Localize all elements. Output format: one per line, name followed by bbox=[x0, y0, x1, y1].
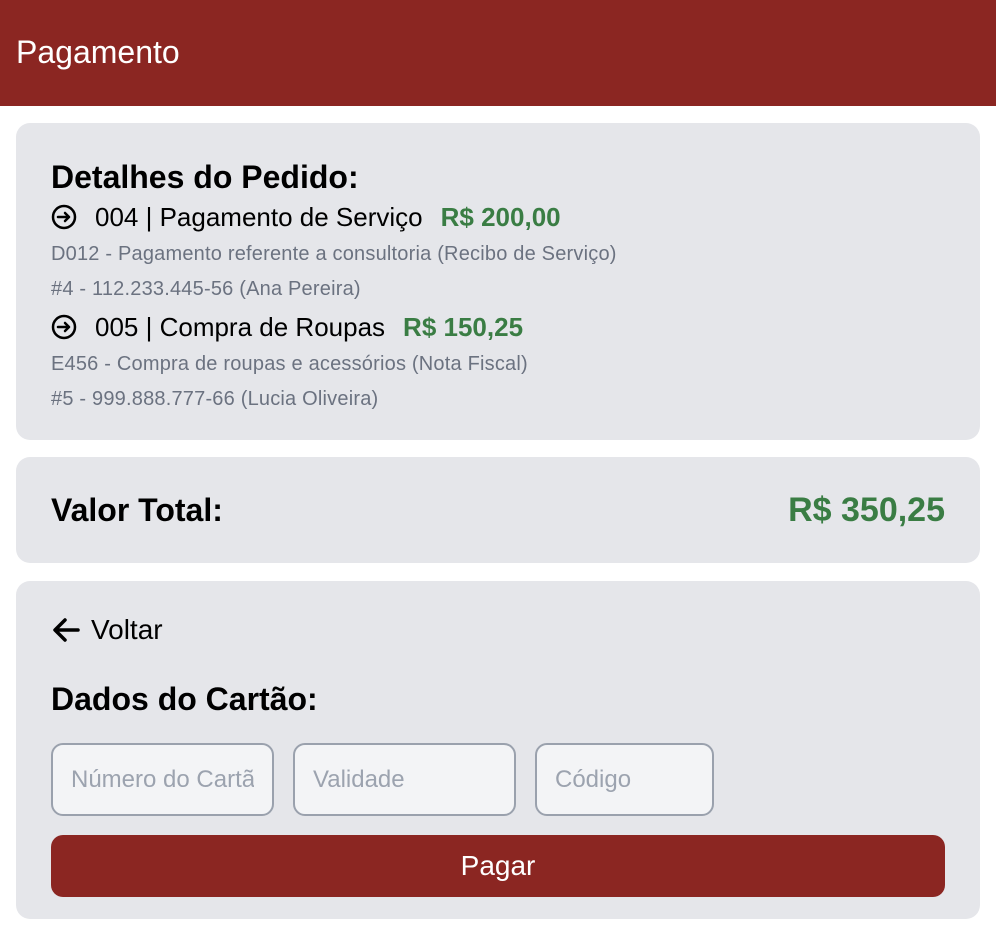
order-item-client: #4 - 112.233.445-56 (Ana Pereira) bbox=[51, 278, 361, 300]
order-item: 005 | Compra de Roupas R$ 150,25 E456 - … bbox=[51, 307, 945, 417]
card-number-input[interactable] bbox=[51, 743, 274, 816]
order-item-price: R$ 200,00 bbox=[440, 201, 561, 232]
total-label: Valor Total: bbox=[51, 491, 223, 528]
back-link[interactable]: Voltar bbox=[51, 613, 163, 647]
order-item-title: 004 | Pagamento de Serviço bbox=[95, 201, 423, 232]
order-item: 004 | Pagamento de Serviço R$ 200,00 D01… bbox=[51, 197, 945, 307]
card-validity-input[interactable] bbox=[293, 743, 516, 816]
order-details-title: Detalhes do Pedido: bbox=[51, 159, 359, 195]
card-code-input[interactable] bbox=[535, 743, 714, 816]
order-item-description: D012 - Pagamento referente a consultoria… bbox=[51, 243, 617, 265]
order-item-price: R$ 150,25 bbox=[403, 311, 524, 342]
back-link-label: Voltar bbox=[91, 614, 163, 645]
arrow-circle-right-icon bbox=[51, 204, 77, 230]
app-header: Pagamento bbox=[0, 0, 996, 106]
order-item-description: E456 - Compra de roupas e acessórios (No… bbox=[51, 353, 528, 375]
order-item-header: 004 | Pagamento de Serviço R$ 200,00 bbox=[51, 197, 945, 237]
order-item-header: 005 | Compra de Roupas R$ 150,25 bbox=[51, 307, 945, 347]
order-item-title: 005 | Compra de Roupas bbox=[95, 311, 386, 342]
card-fields bbox=[51, 743, 945, 816]
card-data-title: Dados do Cartão: bbox=[51, 681, 318, 717]
total-card: Valor Total: R$ 350,25 bbox=[16, 457, 980, 563]
page-title: Pagamento bbox=[16, 33, 180, 70]
arrow-left-icon bbox=[53, 618, 80, 642]
order-item-client: #5 - 999.888.777-66 (Lucia Oliveira) bbox=[51, 388, 379, 410]
pay-button[interactable]: Pagar bbox=[51, 835, 945, 897]
payment-card: Voltar Dados do Cartão: Pagar bbox=[16, 581, 980, 919]
arrow-circle-right-icon bbox=[51, 314, 77, 340]
total-value: R$ 350,25 bbox=[788, 490, 945, 529]
order-details-card: Detalhes do Pedido: 004 | Pagamento de S… bbox=[16, 123, 980, 440]
